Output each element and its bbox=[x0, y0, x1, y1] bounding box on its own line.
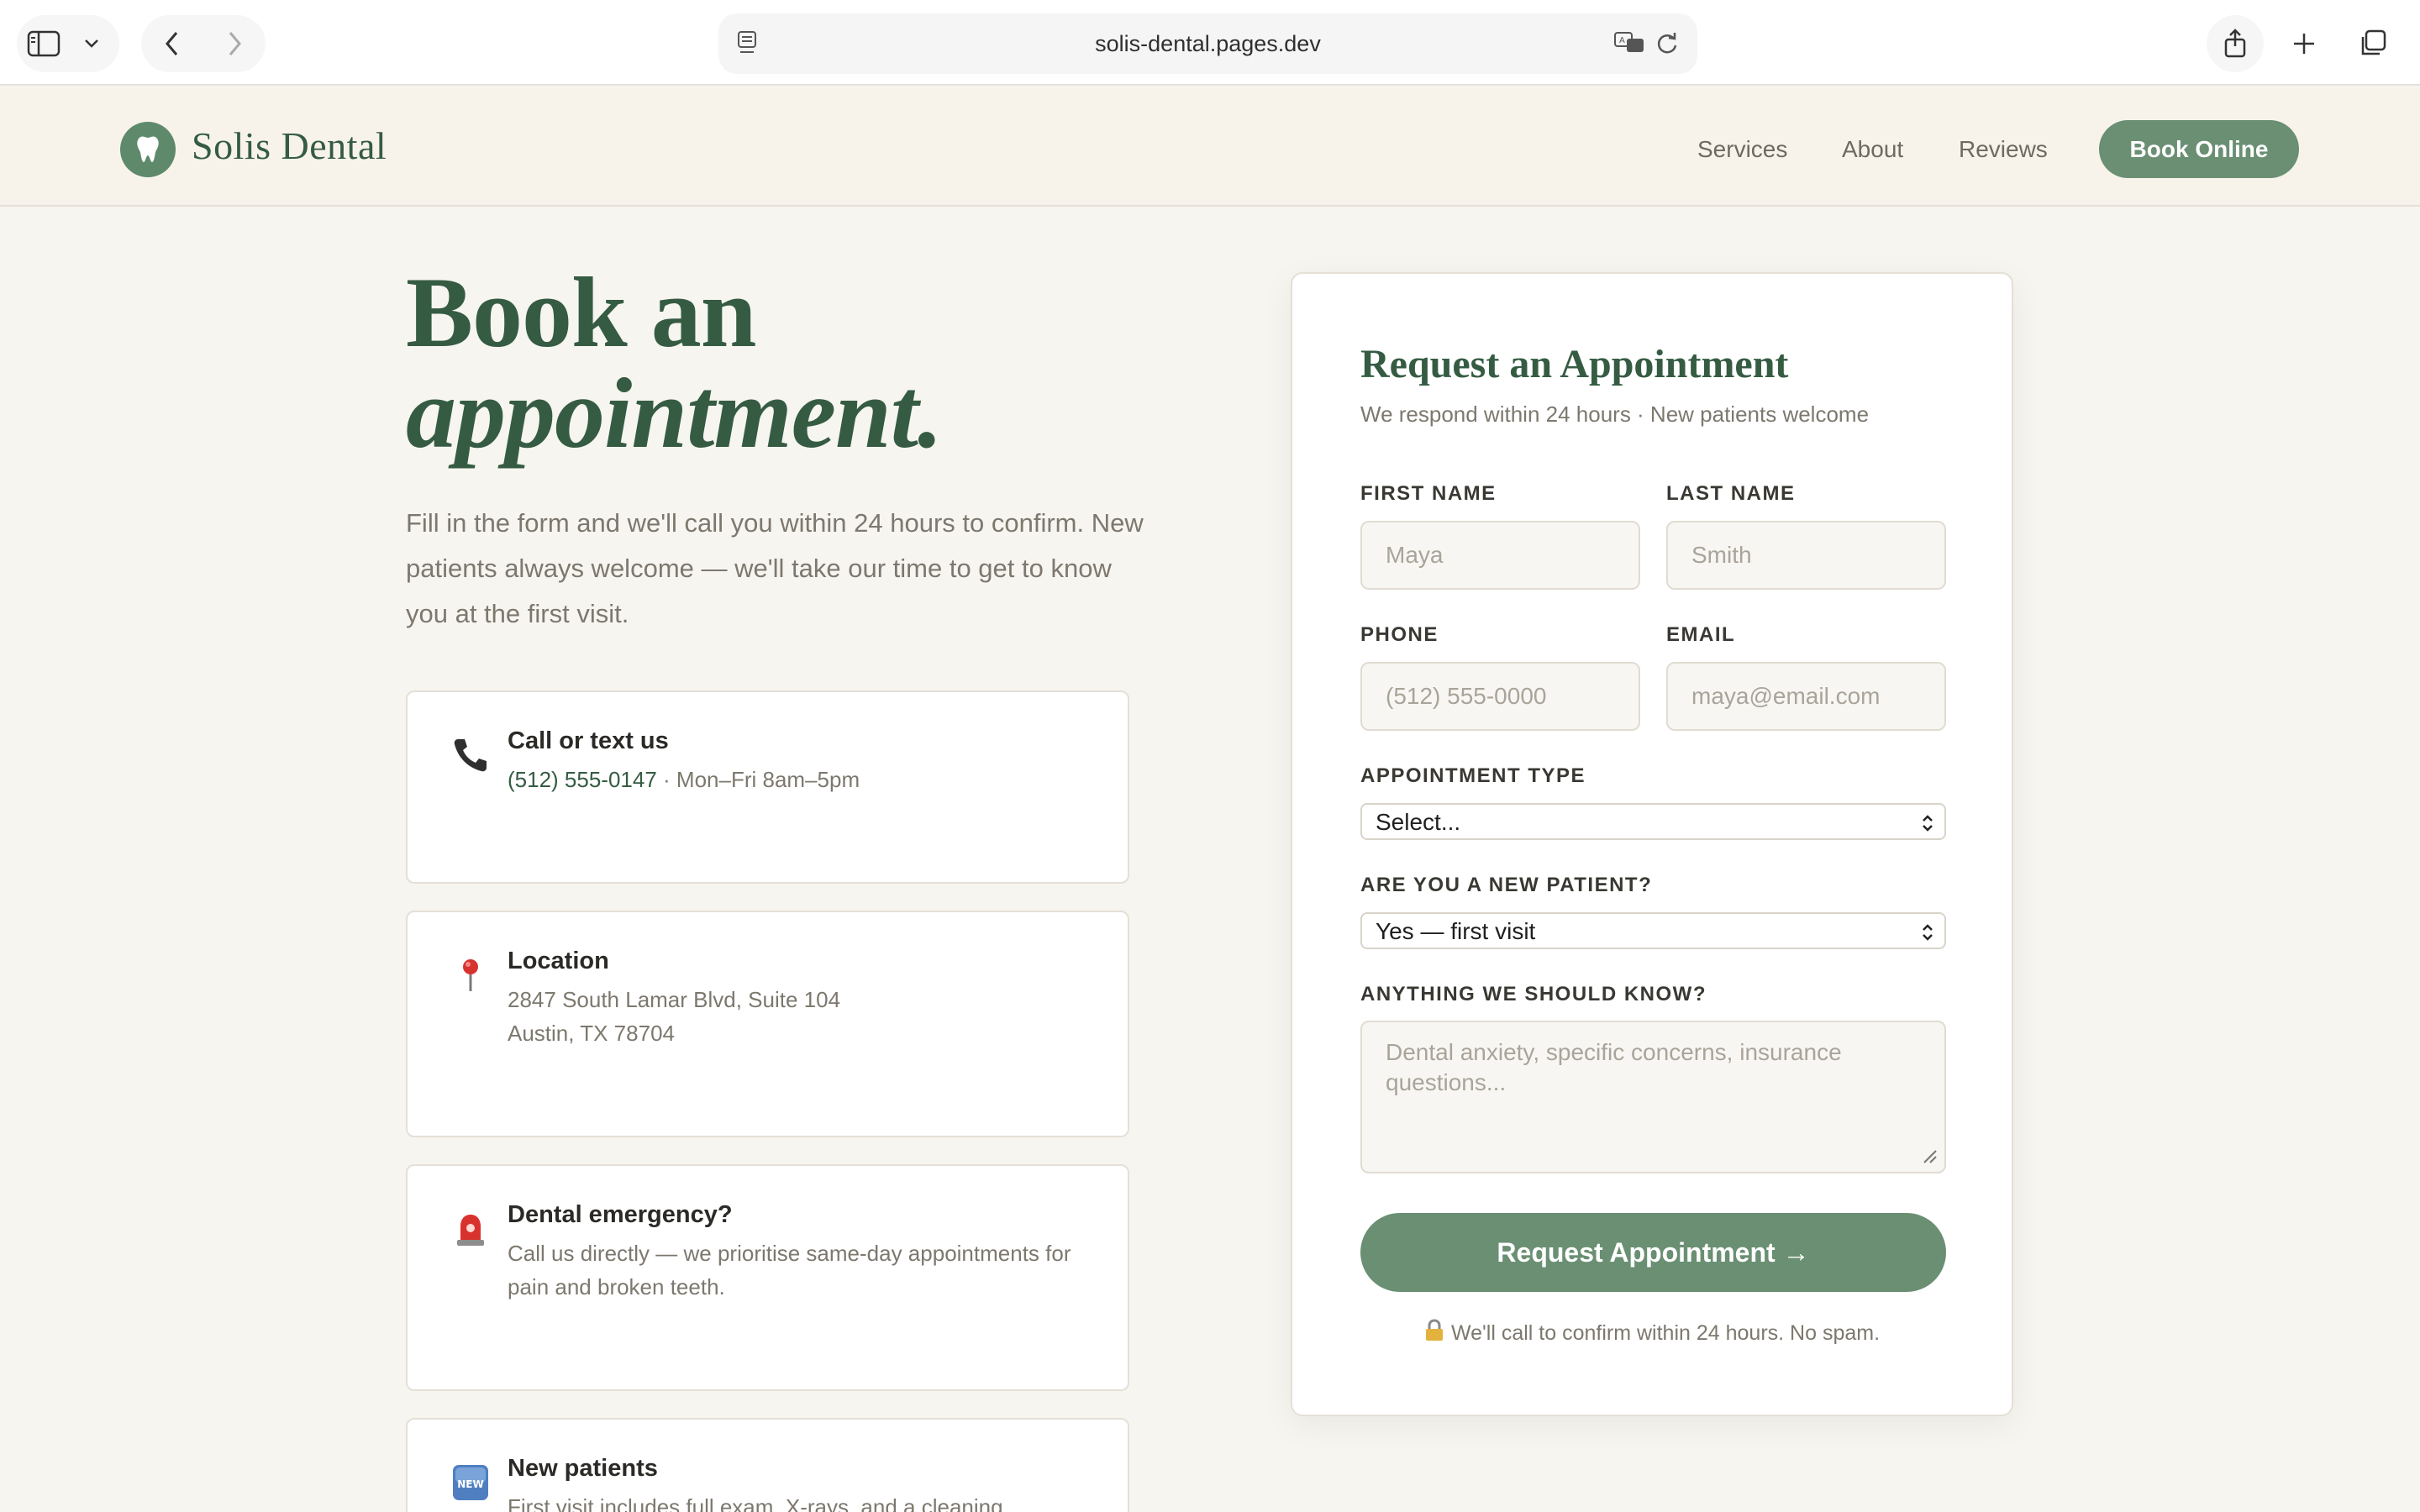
appointment-type-label: APPOINTMENT TYPE bbox=[1360, 764, 1586, 787]
tooth-logo-icon[interactable] bbox=[120, 122, 176, 177]
lock-icon bbox=[1424, 1319, 1444, 1348]
svg-text:A: A bbox=[1619, 36, 1625, 45]
intro-text: Fill in the form and we'll call you with… bbox=[406, 508, 1144, 628]
new-patients-card-body: First visit includes full exam, X-rays, … bbox=[508, 1494, 1009, 1512]
page-title: Book an appointment. bbox=[406, 262, 943, 469]
location-card-title: Location bbox=[508, 948, 609, 974]
title-line-2: appointment. bbox=[406, 357, 943, 469]
appointment-type-select[interactable]: Select... bbox=[1360, 803, 1946, 840]
forward-icon[interactable] bbox=[203, 17, 266, 71]
new-patients-card: NEW New patients First visit includes fu… bbox=[406, 1418, 1129, 1512]
phone-link[interactable]: (512) 555-0147 bbox=[508, 767, 657, 792]
emergency-card: Dental emergency? Call us directly — we … bbox=[406, 1164, 1129, 1391]
book-online-button[interactable]: Book Online bbox=[2099, 120, 2299, 178]
location-card-body: 2847 South Lamar Blvd, Suite 104 Austin,… bbox=[508, 983, 1096, 1050]
request-appointment-button[interactable]: Request Appointment → bbox=[1360, 1213, 1946, 1292]
new-patients-card-title: New patients bbox=[508, 1455, 658, 1482]
svg-text:NEW: NEW bbox=[457, 1478, 483, 1490]
new-patient-select[interactable]: Yes — first visit bbox=[1360, 912, 1946, 949]
phone-icon bbox=[450, 734, 492, 776]
url-text: solis-dental.pages.dev bbox=[1095, 31, 1321, 56]
phone-label: PHONE bbox=[1360, 623, 1439, 646]
sidebar-toggle-group bbox=[17, 15, 119, 72]
site-header: Solis Dental Services About Reviews Book… bbox=[0, 87, 2420, 207]
title-line-1: Book an bbox=[406, 256, 757, 368]
appointment-type-value: Select... bbox=[1376, 809, 1461, 835]
browser-toolbar: solis-dental.pages.dev A bbox=[0, 0, 2420, 86]
contact-card-body: (512) 555-0147 · Mon–Fri 8am–5pm bbox=[508, 763, 1096, 796]
appointment-form: Request an Appointment We respond within… bbox=[1291, 272, 2013, 1416]
address-line-1: 2847 South Lamar Blvd, Suite 104 bbox=[508, 987, 841, 1012]
last-name-input[interactable] bbox=[1666, 521, 1946, 590]
chevron-down-icon[interactable] bbox=[71, 17, 113, 71]
phone-input[interactable] bbox=[1360, 662, 1640, 731]
select-arrows-icon bbox=[1921, 921, 1934, 948]
back-icon[interactable] bbox=[141, 17, 203, 71]
contact-card: Call or text us (512) 555-0147 · Mon–Fri… bbox=[406, 690, 1129, 884]
notes-textarea[interactable] bbox=[1360, 1021, 1946, 1173]
notes-label: ANYTHING WE SHOULD KNOW? bbox=[1360, 983, 1707, 1005]
first-name-input[interactable] bbox=[1360, 521, 1640, 590]
new-tab-icon[interactable] bbox=[2275, 15, 2333, 72]
footnote-text: We'll call to confirm within 24 hours. N… bbox=[1450, 1321, 1881, 1345]
location-pin-icon bbox=[450, 954, 492, 996]
history-nav-group bbox=[141, 15, 266, 72]
last-name-label: LAST NAME bbox=[1666, 482, 1796, 505]
emergency-card-title: Dental emergency? bbox=[508, 1201, 733, 1228]
form-subtitle: We respond within 24 hours · New patient… bbox=[1360, 402, 1870, 427]
share-icon[interactable] bbox=[2207, 15, 2264, 72]
first-name-label: FIRST NAME bbox=[1360, 482, 1497, 505]
new-badge-icon: NEW bbox=[450, 1462, 492, 1504]
nav-reviews[interactable]: Reviews bbox=[1959, 136, 2048, 163]
brand-name[interactable]: Solis Dental bbox=[192, 123, 387, 168]
nav-about[interactable]: About bbox=[1842, 136, 1903, 163]
email-label: EMAIL bbox=[1666, 623, 1736, 646]
location-card: Location 2847 South Lamar Blvd, Suite 10… bbox=[406, 911, 1129, 1137]
address-line-2: Austin, TX 78704 bbox=[508, 1021, 675, 1046]
new-patient-value: Yes — first visit bbox=[1376, 918, 1536, 944]
resize-handle-icon[interactable] bbox=[1921, 1147, 1938, 1168]
tab-overview-icon[interactable] bbox=[2344, 15, 2402, 72]
siren-icon bbox=[450, 1208, 492, 1250]
select-arrows-icon bbox=[1921, 812, 1934, 839]
nav-services[interactable]: Services bbox=[1697, 136, 1787, 163]
translate-icon[interactable]: A bbox=[1613, 30, 1647, 60]
form-title: Request an Appointment bbox=[1360, 342, 1789, 386]
new-patient-label: ARE YOU A NEW PATIENT? bbox=[1360, 874, 1653, 896]
email-input[interactable] bbox=[1666, 662, 1946, 731]
reload-icon[interactable] bbox=[1655, 30, 1679, 60]
contact-card-title: Call or text us bbox=[508, 727, 669, 754]
emergency-card-body: Call us directly — we prioritise same-da… bbox=[508, 1241, 1071, 1299]
address-bar[interactable]: solis-dental.pages.dev A bbox=[718, 13, 1697, 74]
sidebar-toggle-icon[interactable] bbox=[17, 17, 71, 71]
form-footnote: We'll call to confirm within 24 hours. N… bbox=[1292, 1319, 2012, 1348]
contact-hours: · Mon–Fri 8am–5pm bbox=[656, 767, 860, 792]
